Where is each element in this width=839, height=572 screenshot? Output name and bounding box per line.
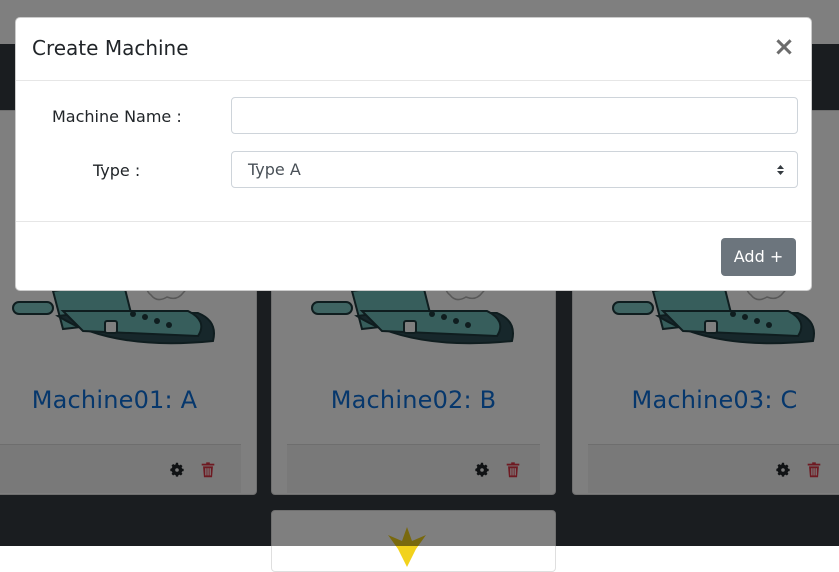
select-arrows-icon: [777, 165, 784, 175]
type-label: Type :: [93, 161, 141, 180]
machine-name-input[interactable]: [231, 97, 798, 134]
close-button[interactable]: ×: [771, 32, 797, 62]
create-machine-modal: Create Machine × Machine Name : Type : T…: [15, 17, 812, 291]
machine-name-label: Machine Name :: [52, 107, 182, 126]
type-select[interactable]: Type A: [231, 151, 798, 188]
modal-title: Create Machine: [32, 36, 189, 60]
type-select-value: Type A: [248, 160, 301, 179]
modal-footer: Add +: [16, 221, 811, 291]
add-button[interactable]: Add +: [721, 238, 796, 276]
modal-header: Create Machine ×: [16, 18, 811, 81]
